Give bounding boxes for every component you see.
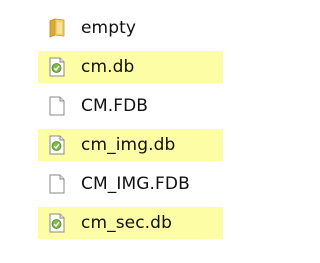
db-file-icon xyxy=(48,212,66,234)
file-name: cm.db xyxy=(81,57,135,77)
file-name: CM.FDB xyxy=(81,96,149,116)
file-item-cm-img-db[interactable]: cm_img.db xyxy=(38,129,223,161)
file-name: cm_sec.db xyxy=(81,213,172,233)
folder-icon xyxy=(48,17,66,39)
file-item-cm-db[interactable]: cm.db xyxy=(38,51,223,83)
db-file-icon xyxy=(48,56,66,78)
file-list: empty cm.db CM.FDB cm_img.db CM_IMG.FDB … xyxy=(38,12,223,246)
file-item-cm-img-fdb[interactable]: CM_IMG.FDB xyxy=(38,168,223,200)
file-item-empty[interactable]: empty xyxy=(38,12,223,44)
blank-file-icon xyxy=(48,95,66,117)
file-name: cm_img.db xyxy=(81,135,176,155)
file-name: empty xyxy=(81,18,137,38)
file-item-cm-sec-db[interactable]: cm_sec.db xyxy=(38,207,223,239)
db-file-icon xyxy=(48,134,66,156)
file-name: CM_IMG.FDB xyxy=(81,174,190,194)
blank-file-icon xyxy=(48,173,66,195)
file-item-cm-fdb[interactable]: CM.FDB xyxy=(38,90,223,122)
